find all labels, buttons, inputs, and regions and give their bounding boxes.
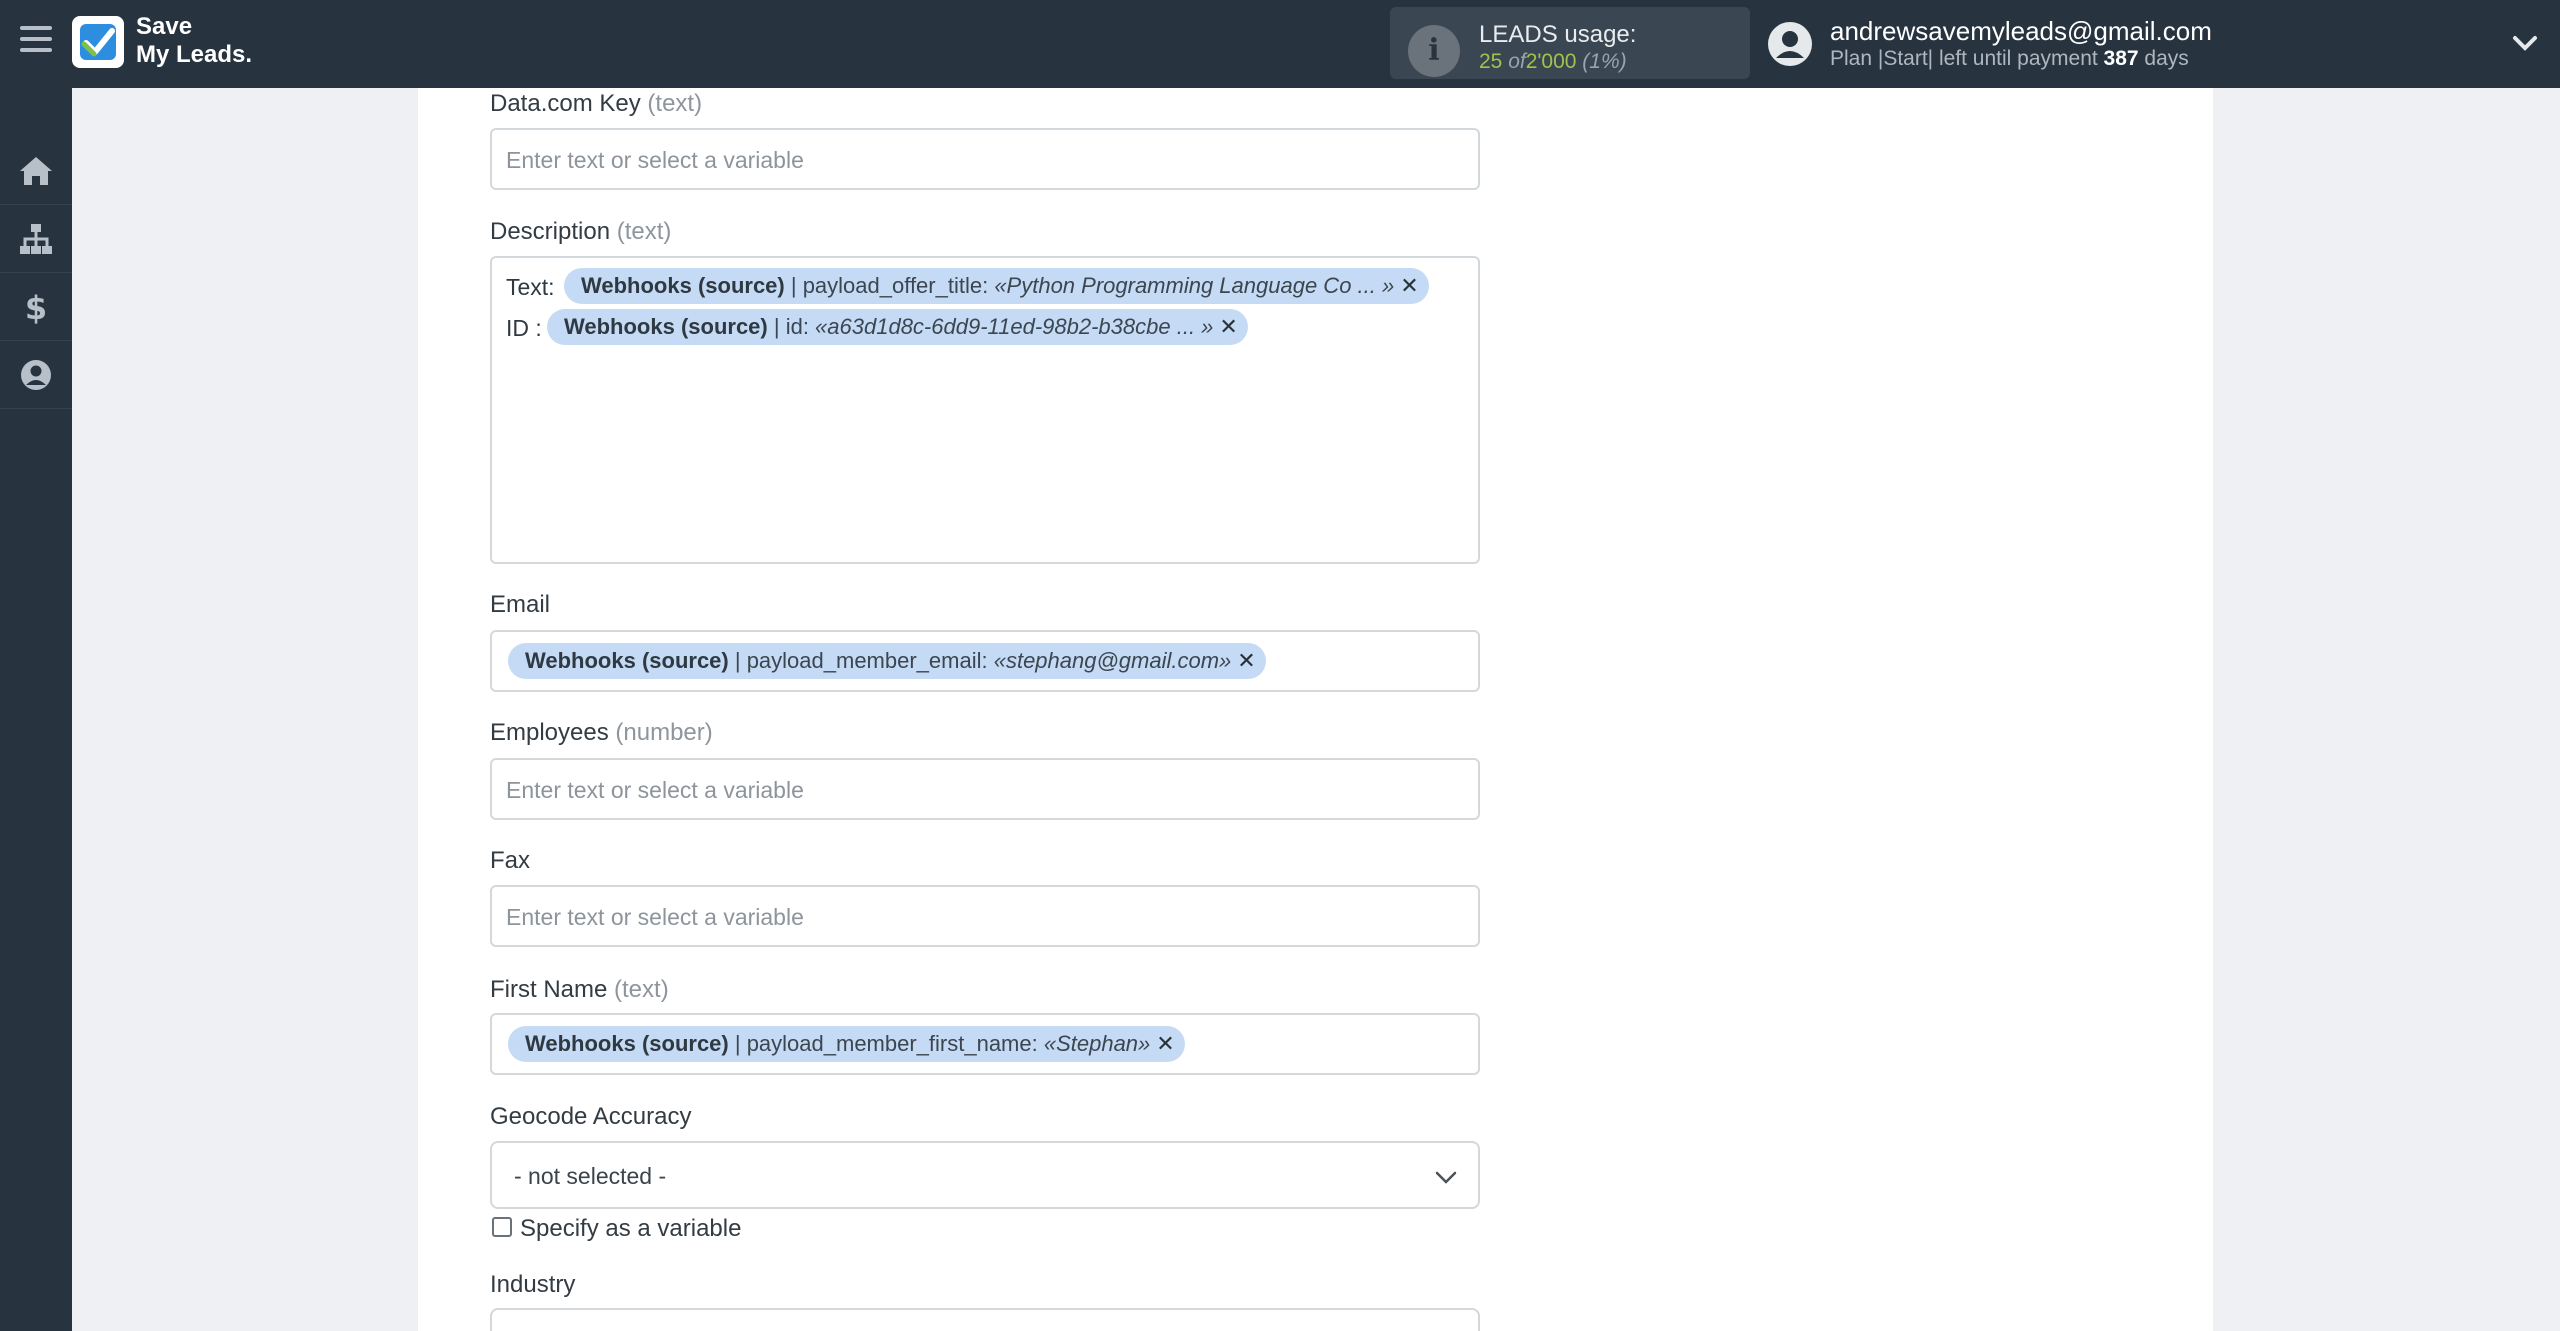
leads-usage-box: i LEADS usage: 25 of2'000 (1%) (1390, 7, 1750, 79)
plan-suffix: days (2138, 47, 2189, 70)
top-bar: Save My Leads. i LEADS usage: 25 of2'000… (0, 0, 2560, 88)
user-email[interactable]: andrewsavemyleads@gmail.com (1830, 16, 2212, 47)
variable-chip[interactable]: Webhooks (source) | payload_offer_title:… (564, 268, 1429, 304)
variable-chip[interactable]: Webhooks (source) | payload_member_first… (508, 1026, 1185, 1062)
sidebar-item-home[interactable] (0, 137, 72, 205)
sidebar-item-connections[interactable] (0, 205, 72, 273)
close-icon[interactable]: ✕ (1219, 314, 1237, 339)
menu-icon[interactable] (20, 26, 52, 58)
label-type: (number) (615, 719, 713, 746)
label-text: Description (490, 218, 611, 245)
dollar-icon: $ (25, 290, 47, 324)
variable-chip[interactable]: Webhooks (source) | id: «a63d1d8c-6dd9-1… (547, 309, 1248, 345)
placeholder: Enter text or select a variable (506, 147, 804, 173)
chip-value: «Python Programming Language Co ... » (994, 273, 1395, 298)
chip-source: Webhooks (source) (581, 273, 785, 298)
label-text: Industry (490, 1271, 576, 1298)
chip-field: | payload_offer_title: (784, 273, 995, 298)
close-icon[interactable]: ✕ (1237, 648, 1255, 673)
sidebar-item-billing[interactable]: $ (0, 273, 72, 341)
field-label-email: Email (490, 591, 550, 619)
plan-prefix: Plan |Start| left until payment (1830, 47, 2104, 70)
plan-info: Plan |Start| left until payment 387 days (1830, 47, 2189, 71)
user-icon (21, 360, 51, 390)
logo-line-2: My Leads. (136, 41, 253, 68)
usage-label: LEADS usage: (1479, 21, 1637, 48)
label-text: Data.com Key (490, 90, 641, 117)
field-label-geocode-accuracy: Geocode Accuracy (490, 1103, 691, 1131)
datacom-key-input[interactable]: Enter text or select a variable (490, 128, 1480, 190)
field-label-employees: Employees (number) (490, 719, 713, 747)
industry-select[interactable] (490, 1308, 1480, 1331)
row-prefix: Text: (506, 274, 555, 300)
label-type: (text) (647, 90, 703, 117)
chip-value: «stephang@gmail.com» (993, 648, 1232, 673)
label-text: First Name (490, 976, 608, 1003)
first-name-field[interactable]: Webhooks (source) | payload_member_first… (490, 1013, 1480, 1075)
placeholder: Enter text or select a variable (506, 904, 804, 930)
chip-value: «Stephan» (1043, 1031, 1151, 1056)
usage-of: of (1508, 50, 1526, 73)
chip-field: | id: (767, 314, 816, 339)
logo-text[interactable]: Save My Leads. (136, 13, 252, 69)
sidebar-item-account[interactable] (0, 341, 72, 409)
chip-source: Webhooks (source) (525, 1031, 729, 1056)
label-text: Employees (490, 719, 609, 746)
chevron-down-icon (1435, 1171, 1457, 1184)
checkbox-label[interactable]: Specify as a variable (520, 1215, 741, 1243)
usage-value: 25 of2'000 (1%) (1479, 50, 1627, 74)
field-label-description: Description (text) (490, 218, 671, 246)
info-icon: i (1408, 25, 1460, 77)
chip-field: | payload_member_first_name: (728, 1031, 1044, 1056)
avatar-icon[interactable] (1766, 20, 1814, 68)
chip-value: «a63d1d8c-6dd9-11ed-98b2-b38cbe ... » (815, 314, 1214, 339)
chip-field: | payload_member_email: (728, 648, 994, 673)
description-textarea[interactable]: Text: Webhooks (source) | payload_offer_… (490, 256, 1480, 564)
field-label-industry: Industry (490, 1271, 575, 1299)
chip-source: Webhooks (source) (525, 648, 729, 673)
logo-icon[interactable] (72, 16, 124, 68)
svg-text:$: $ (25, 290, 47, 324)
variable-chip[interactable]: Webhooks (source) | payload_member_email… (508, 643, 1266, 679)
row-prefix: ID : (506, 315, 542, 341)
home-icon (20, 157, 52, 185)
sidebar: $ (0, 88, 72, 1331)
label-type: (text) (616, 218, 672, 245)
label-text: Geocode Accuracy (490, 1103, 692, 1130)
specify-variable-checkbox[interactable] (492, 1217, 512, 1237)
logo-line-1: Save (136, 13, 193, 40)
field-label-first-name: First Name (text) (490, 976, 669, 1004)
usage-used: 25 (1479, 50, 1503, 73)
field-label-datacom-key: Data.com Key (text) (490, 90, 702, 118)
plan-days: 387 (2103, 47, 2139, 70)
usage-total: 2'000 (1525, 50, 1577, 73)
usage-percent: (1%) (1582, 50, 1627, 73)
label-type: (text) (614, 976, 669, 1003)
chevron-down-icon[interactable] (2510, 30, 2540, 56)
select-value: - not selected - (514, 1163, 667, 1189)
label-text: Email (490, 591, 551, 618)
field-label-fax: Fax (490, 847, 530, 875)
close-icon[interactable]: ✕ (1156, 1031, 1174, 1056)
fax-input[interactable]: Enter text or select a variable (490, 885, 1480, 947)
chip-source: Webhooks (source) (564, 314, 768, 339)
close-icon[interactable]: ✕ (1400, 273, 1418, 298)
label-text: Fax (490, 847, 531, 874)
placeholder: Enter text or select a variable (506, 777, 804, 803)
geocode-accuracy-select[interactable]: - not selected - (490, 1141, 1480, 1209)
email-field[interactable]: Webhooks (source) | payload_member_email… (490, 630, 1480, 692)
employees-input[interactable]: Enter text or select a variable (490, 758, 1480, 820)
sitemap-icon (20, 224, 52, 254)
